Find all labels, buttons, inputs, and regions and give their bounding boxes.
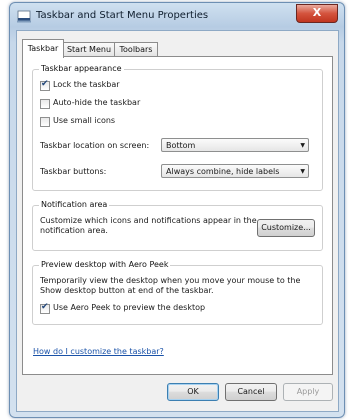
tab-toolbars[interactable]: Toolbars — [114, 42, 158, 57]
notification-description-line2: notification area. — [40, 226, 108, 235]
taskbar-buttons-value: Always combine, hide labels — [166, 167, 280, 176]
properties-window: Taskbar and Start Menu Properties X Task… — [9, 2, 345, 418]
tab-start-menu[interactable]: Start Menu — [61, 42, 117, 57]
customize-button[interactable]: Customize... — [257, 219, 315, 237]
apply-button[interactable]: Apply — [283, 383, 333, 401]
autohide-taskbar-label[interactable]: Auto-hide the taskbar — [53, 98, 140, 107]
lock-taskbar-checkbox[interactable]: ✔ — [40, 79, 50, 91]
aero-peek-group: Preview desktop with Aero Peek Temporari… — [32, 260, 323, 325]
close-icon: X — [312, 6, 322, 19]
use-aero-peek-label[interactable]: Use Aero Peek to preview the desktop — [53, 303, 205, 312]
taskbar-appearance-group: Taskbar appearance ✔ Lock the taskbar Au… — [32, 64, 323, 191]
tab-taskbar[interactable]: Taskbar — [22, 39, 64, 58]
taskbar-buttons-label: Taskbar buttons: — [40, 167, 107, 176]
ok-button[interactable]: OK — [167, 383, 219, 401]
aero-peek-description-line1: Temporarily view the desktop when you mo… — [40, 276, 301, 285]
group-title-notification-area: Notification area — [39, 200, 110, 209]
taskbar-icon — [17, 10, 31, 23]
use-aero-peek-checkbox[interactable]: ✔ — [40, 302, 50, 314]
autohide-taskbar-checkbox[interactable] — [40, 99, 50, 109]
small-icons-label[interactable]: Use small icons — [53, 116, 115, 125]
lock-taskbar-label[interactable]: Lock the taskbar — [53, 80, 120, 89]
taskbar-buttons-select[interactable]: Always combine, hide labels ▼ — [161, 164, 309, 178]
help-link[interactable]: How do I customize the taskbar? — [33, 347, 164, 356]
window-title: Taskbar and Start Menu Properties — [36, 10, 209, 21]
notification-area-group: Notification area Customize which icons … — [32, 200, 323, 251]
small-icons-checkbox[interactable] — [40, 117, 50, 127]
group-title-aero-peek: Preview desktop with Aero Peek — [39, 260, 171, 269]
taskbar-location-value: Bottom — [166, 141, 196, 150]
chevron-down-icon: ▼ — [300, 168, 305, 175]
tab-panel-taskbar: Taskbar appearance ✔ Lock the taskbar Au… — [22, 56, 333, 375]
title-bar[interactable]: Taskbar and Start Menu Properties X — [10, 3, 344, 29]
group-title-taskbar-appearance: Taskbar appearance — [39, 64, 124, 73]
aero-peek-description-line2: Show desktop button at end of the taskba… — [40, 286, 214, 295]
check-icon: ✔ — [41, 302, 49, 312]
chevron-down-icon: ▼ — [300, 142, 305, 149]
dialog-body: Taskbar Start Menu Toolbars Taskbar appe… — [16, 30, 339, 412]
notification-description-line1: Customize which icons and notifications … — [40, 216, 257, 225]
cancel-button[interactable]: Cancel — [225, 383, 277, 401]
taskbar-location-select[interactable]: Bottom ▼ — [161, 138, 309, 152]
taskbar-location-label: Taskbar location on screen: — [40, 141, 150, 150]
check-icon: ✔ — [41, 79, 49, 89]
close-button[interactable]: X — [296, 4, 338, 23]
